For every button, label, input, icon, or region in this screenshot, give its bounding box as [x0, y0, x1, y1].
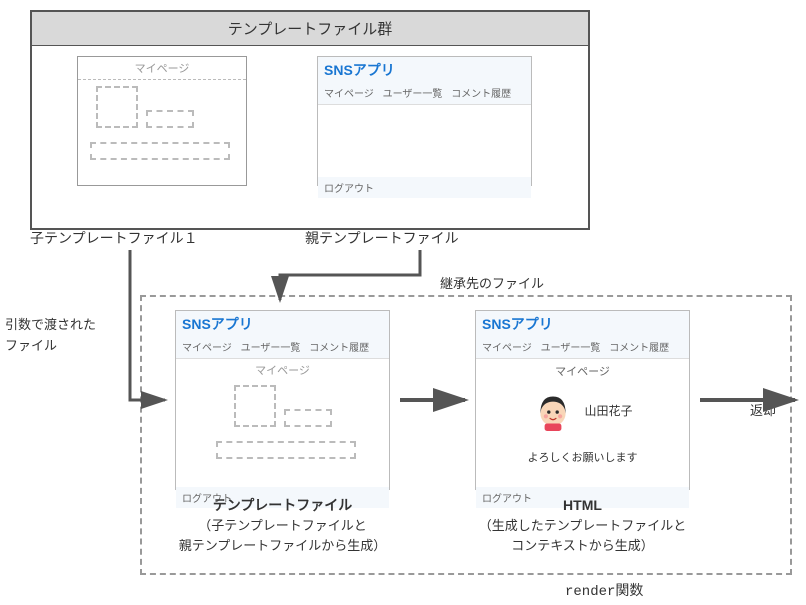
avatar-row: 山田花子: [476, 389, 689, 431]
combined-caption-bold: テンプレートファイル: [213, 497, 353, 513]
nav-item: コメント履歴: [609, 343, 669, 354]
nav-item: コメント履歴: [451, 89, 511, 100]
html-caption-bold: HTML: [563, 497, 602, 513]
arrow-parent-to-render: [280, 250, 420, 300]
combined-caption-line2: 親テンプレートファイルから生成）: [179, 538, 387, 553]
parent-template-nav: マイページ ユーザー一覧 コメント履歴: [318, 83, 531, 105]
combined-body-header: マイページ: [176, 359, 389, 381]
wireframe-box: [96, 86, 138, 128]
html-output-body: マイページ 山田花子 よろしくお願いします: [476, 359, 689, 487]
parent-template-content: [318, 105, 531, 177]
render-function-label: render関数: [565, 580, 643, 600]
combined-template-caption: テンプレートファイル （子テンプレートファイルと 親テンプレートファイルから生成…: [170, 495, 395, 555]
html-body-header: マイページ: [476, 359, 689, 381]
return-label: 返却: [750, 400, 776, 419]
username: 山田花子: [584, 402, 632, 419]
greeting: よろしくお願いします: [476, 449, 689, 465]
nav-item: ユーザー一覧: [241, 343, 301, 354]
combined-template: SNSアプリ マイページ ユーザー一覧 コメント履歴 マイページ ログアウト: [175, 310, 390, 490]
parent-template-title: SNSアプリ: [318, 57, 531, 83]
nav-item: マイページ: [324, 89, 374, 100]
inherit-label: 継承先のファイル: [440, 273, 544, 292]
nav-item: コメント履歴: [309, 343, 369, 354]
child-template: マイページ: [77, 56, 247, 186]
combined-template-title: SNSアプリ: [176, 311, 389, 337]
avatar-icon: [532, 389, 574, 431]
combined-caption-line1: （子テンプレートファイルと: [198, 518, 367, 533]
argument-label: 引数で渡された ファイル: [5, 315, 96, 357]
argument-label-line1: 引数で渡された: [5, 317, 96, 332]
html-caption-line1: （生成したテンプレートファイルと: [479, 518, 687, 533]
wireframe-box: [284, 409, 332, 427]
argument-label-line2: ファイル: [5, 338, 57, 353]
template-group-body: マイページ SNSアプリ マイページ ユーザー一覧 コメント履歴 ログアウト: [32, 46, 588, 231]
html-output-title: SNSアプリ: [476, 311, 689, 337]
html-output: SNSアプリ マイページ ユーザー一覧 コメント履歴 マイページ 山田花子 よろ…: [475, 310, 690, 490]
html-caption-line2: コンテキストから生成）: [511, 538, 654, 553]
template-group-title: テンプレートファイル群: [32, 12, 588, 46]
child-template-header: マイページ: [78, 57, 246, 80]
html-output-nav: マイページ ユーザー一覧 コメント履歴: [476, 337, 689, 359]
child-template-body: [78, 80, 246, 180]
combined-template-body: マイページ: [176, 359, 389, 487]
nav-item: ユーザー一覧: [383, 89, 443, 100]
nav-item: ユーザー一覧: [541, 343, 601, 354]
nav-item: マイページ: [482, 343, 532, 354]
html-output-caption: HTML （生成したテンプレートファイルと コンテキストから生成）: [470, 495, 695, 555]
parent-template-caption: 親テンプレートファイル: [305, 228, 459, 248]
wireframe-box: [90, 142, 230, 160]
child-template-caption: 子テンプレートファイル１: [30, 228, 198, 248]
parent-template-footer: ログアウト: [318, 177, 531, 198]
wireframe-box: [146, 110, 194, 128]
combined-template-nav: マイページ ユーザー一覧 コメント履歴: [176, 337, 389, 359]
nav-item: マイページ: [182, 343, 232, 354]
template-group-box: テンプレートファイル群 マイページ SNSアプリ マイページ ユーザー一覧 コメ…: [30, 10, 590, 230]
parent-template: SNSアプリ マイページ ユーザー一覧 コメント履歴 ログアウト: [317, 56, 532, 186]
wireframe-box: [216, 441, 356, 459]
wireframe-box: [234, 385, 276, 427]
